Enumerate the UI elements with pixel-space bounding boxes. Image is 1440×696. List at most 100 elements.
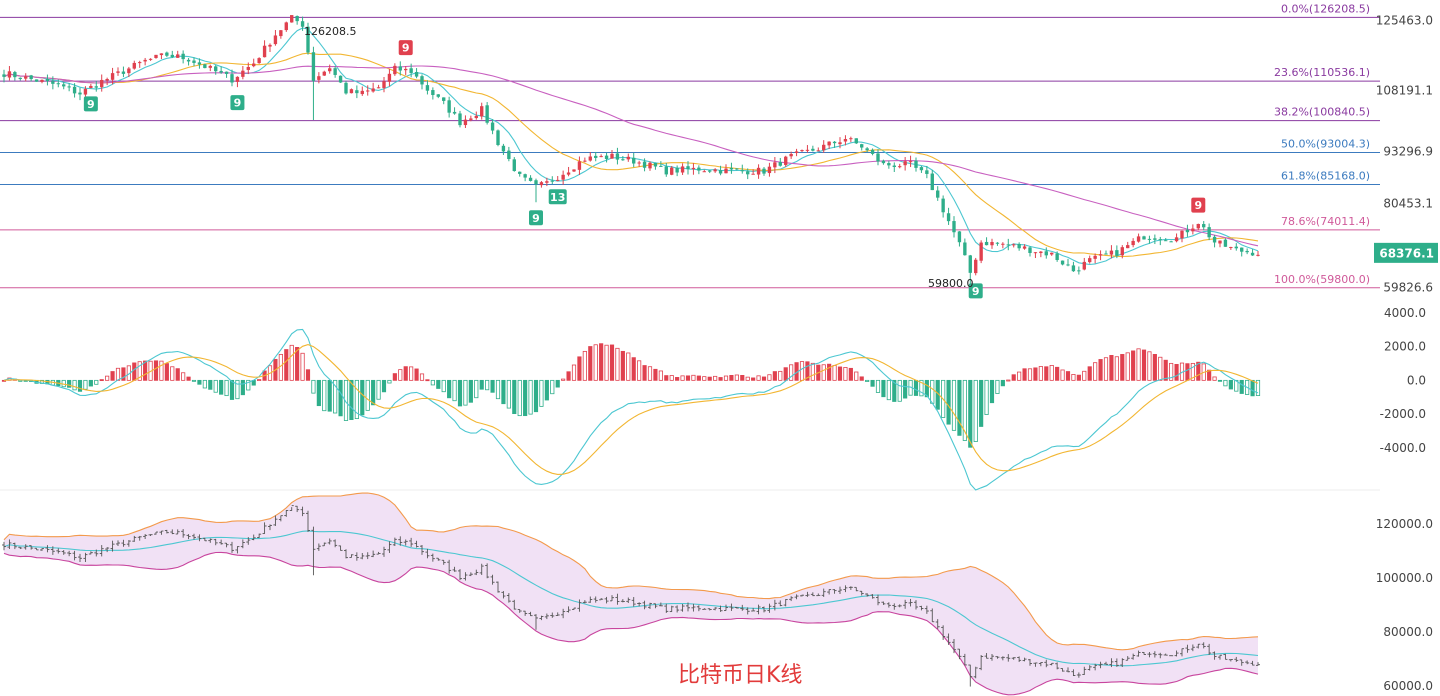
candle (1196, 223, 1200, 231)
candle (1240, 247, 1244, 257)
candle (273, 30, 278, 46)
macd-bar (718, 377, 723, 381)
macd-bar (398, 369, 403, 381)
candle (784, 155, 788, 167)
candle (1174, 233, 1179, 243)
candle (192, 57, 196, 67)
macd-bar (577, 356, 582, 381)
td-buy-marker: 9 (529, 210, 543, 226)
macd-bar (707, 376, 712, 381)
macd-bar (224, 379, 229, 397)
macd-bar (913, 379, 919, 396)
candle (13, 70, 17, 81)
candle (241, 65, 245, 80)
fib-level-label: 38.2%(100840.5) (1274, 106, 1370, 119)
candle (1039, 251, 1043, 258)
candle (653, 162, 658, 170)
candle (637, 160, 641, 167)
macd-bar (1114, 356, 1119, 381)
candle (1082, 257, 1086, 271)
macd-bar (599, 343, 604, 381)
candle (762, 167, 766, 176)
macd-bar (897, 379, 902, 402)
macd-bar (767, 374, 772, 381)
macd-bar (175, 368, 180, 381)
svg-text:9: 9 (87, 98, 95, 111)
candle (7, 66, 12, 81)
candle (849, 136, 853, 143)
candle (1191, 224, 1195, 235)
candle (615, 147, 620, 165)
candle (1033, 252, 1038, 259)
fibonacci-lines: 0.0%(126208.5) 23.6%(110536.1) 38.2%(10084… (0, 2, 1380, 289)
macd-bar (403, 366, 408, 381)
candle (1158, 236, 1162, 246)
macd-bar (675, 377, 680, 381)
candle (268, 43, 272, 52)
candle (811, 145, 815, 152)
macd-bar (300, 352, 305, 381)
candle (67, 83, 71, 92)
macd-bar (550, 379, 555, 395)
candle (344, 80, 348, 95)
macd-bar (870, 379, 875, 387)
macd-bar (153, 360, 159, 381)
ma-slow-line (3, 65, 1259, 247)
macd-axis: 4000.0 2000.0 0.0 -2000.0 -4000.0 (1380, 306, 1426, 455)
macd-bar (886, 379, 891, 401)
macd-bar (957, 379, 962, 436)
candle (496, 129, 500, 147)
macd-bar (208, 379, 213, 390)
macd-bar (430, 379, 435, 386)
macd-bar (284, 349, 289, 381)
macd-bar (854, 371, 859, 381)
candle (518, 171, 522, 177)
macd-bar (67, 379, 72, 388)
price-axis: 125463.0 108191.1 93296.9 80453.1 59826.6 683… (1374, 13, 1438, 295)
macd-bar (875, 379, 881, 393)
macd-bar (642, 365, 647, 381)
macd-bar (213, 379, 218, 393)
macd-bar (485, 379, 490, 391)
macd-bar (1228, 379, 1233, 390)
candle (176, 50, 180, 58)
macd-bar (229, 379, 235, 400)
macd-bar (1185, 363, 1190, 381)
macd-bar (810, 362, 815, 381)
candle (425, 80, 430, 95)
macd-bar (517, 379, 522, 417)
macd-bar (1065, 371, 1071, 381)
macd-bar (115, 367, 121, 381)
macd-bar (832, 365, 837, 381)
candle (295, 15, 299, 25)
candle (572, 169, 576, 173)
low-annotation: 59800.0 (928, 277, 974, 290)
candle (561, 170, 565, 185)
macd-bar (658, 370, 663, 381)
macd-bar (734, 374, 739, 381)
macd-bar (555, 379, 560, 388)
macd-bar (615, 347, 620, 381)
candle (328, 64, 332, 74)
macd-bar (338, 379, 343, 417)
candle (1088, 255, 1092, 264)
candle (45, 74, 50, 86)
candle (89, 83, 93, 89)
macd-bar (1049, 365, 1054, 381)
candle (1142, 235, 1146, 240)
bollinger-tick-label: 80000.0 (1383, 625, 1433, 639)
candle (876, 149, 880, 166)
candle (523, 173, 527, 182)
macd-bar (376, 379, 381, 400)
macd-bar (360, 379, 365, 416)
candle (420, 74, 424, 90)
candle (431, 87, 435, 100)
macd-bar (305, 369, 311, 381)
candle (1180, 230, 1184, 243)
candle (870, 148, 875, 156)
candle (610, 149, 614, 159)
candle (778, 157, 782, 167)
candle (930, 170, 934, 191)
candle (898, 163, 902, 169)
candle (1202, 221, 1206, 231)
